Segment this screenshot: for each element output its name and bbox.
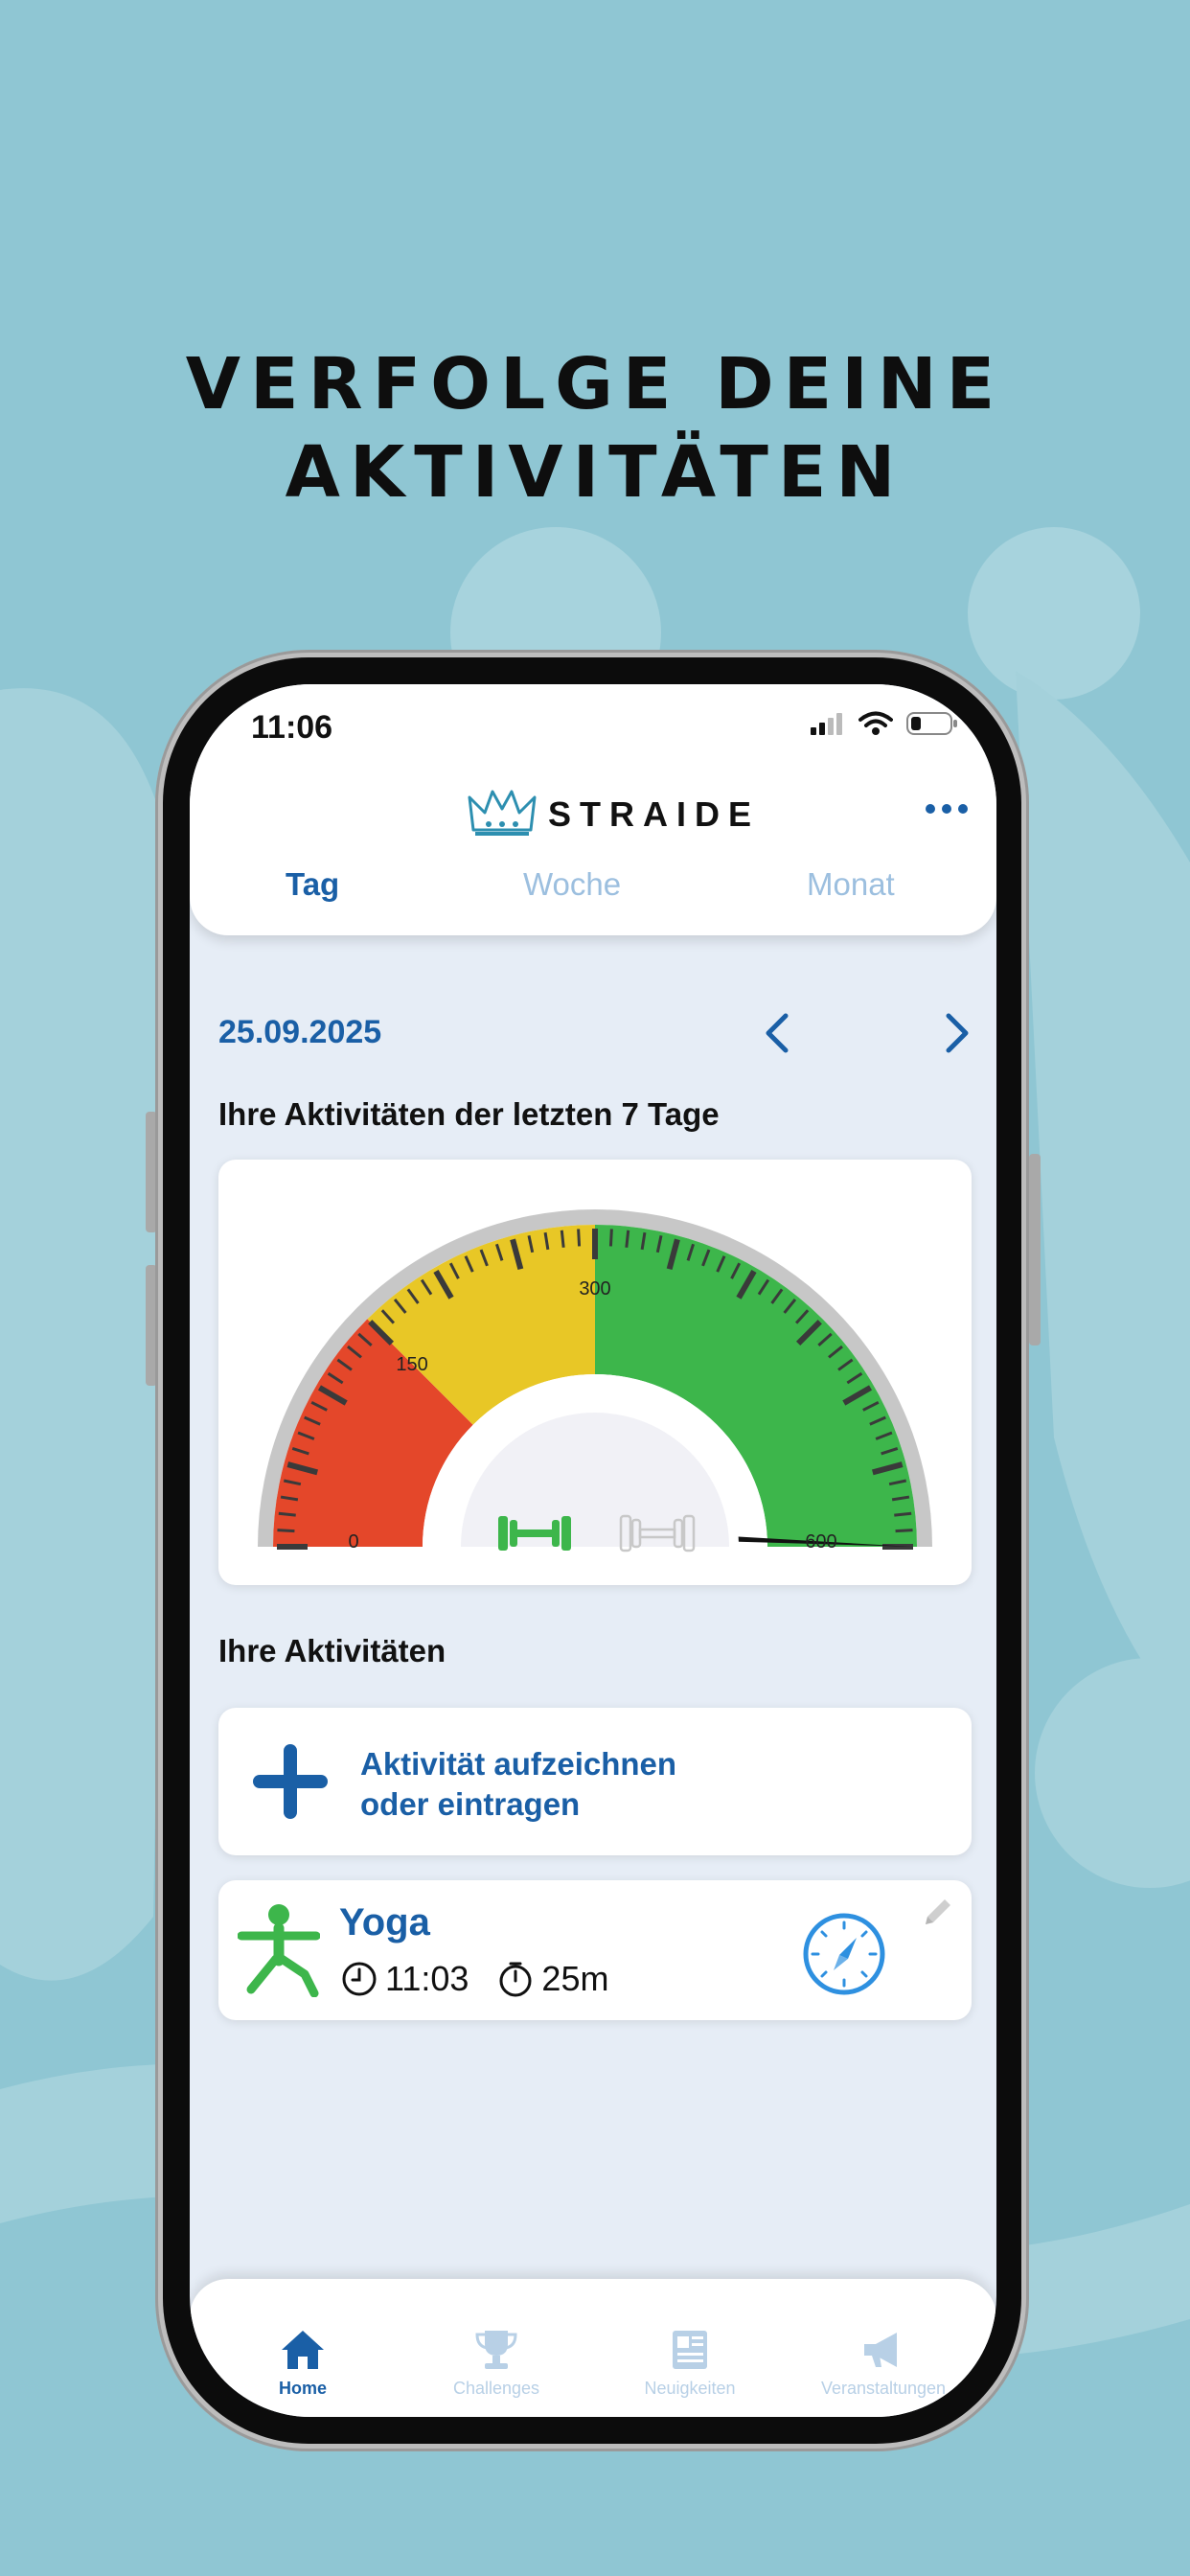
home-icon: [282, 2331, 324, 2369]
activity-gauge: 0 150 300 600: [258, 1209, 932, 1552]
battery-icon: [906, 712, 957, 735]
activity-duration: 25m: [541, 1959, 609, 1998]
activity-time: 11:03: [385, 1959, 469, 1998]
activity-item-yoga[interactable]: Yoga 11:03 25m: [218, 1880, 972, 2020]
gauge-section-title: Ihre Aktivitäten der letzten 7 Tage: [218, 1096, 720, 1132]
headline: VERFOLGE DEINE AKTIVITÄTEN: [0, 340, 1190, 517]
nav-challenges[interactable]: Challenges: [410, 2327, 583, 2399]
stopwatch-icon: [499, 1962, 532, 1997]
edit-pencil-icon[interactable]: [918, 1894, 956, 1932]
plus-icon: [253, 1744, 328, 1819]
gauge-tick: [625, 1230, 630, 1248]
gauge-ticks: [258, 1209, 932, 1550]
phone-screen: 11:06 STRAIDE Tag Woche Monat 25.09.2025…: [190, 684, 996, 2417]
gauge-tick: [278, 1511, 296, 1517]
nav-home[interactable]: Home: [217, 2327, 389, 2399]
newspaper-icon: [673, 2331, 707, 2369]
tab-tag[interactable]: Tag: [286, 866, 339, 903]
tab-woche[interactable]: Woche: [523, 866, 621, 903]
status-time: 11:06: [251, 709, 333, 746]
app-header: 11:06 STRAIDE Tag Woche Monat: [190, 684, 996, 935]
period-tabs: Tag Woche Monat: [190, 866, 996, 914]
gauge-tick: [560, 1230, 565, 1248]
megaphone-icon: [864, 2333, 897, 2367]
activity-meta: 11:03 25m: [341, 1959, 608, 1999]
signal-icon: [811, 713, 842, 735]
next-day-icon[interactable]: [927, 1004, 985, 1062]
previous-day-icon[interactable]: [749, 1004, 807, 1062]
phone-power-button: [1029, 1154, 1041, 1346]
tab-monat[interactable]: Monat: [807, 866, 895, 903]
status-icons: [811, 711, 958, 736]
nav-label-home: Home: [278, 2379, 327, 2398]
gauge-label-0: 0: [348, 1531, 358, 1552]
nav-label-neuigkeiten: Neuigkeiten: [644, 2379, 736, 2398]
trophy-icon: [475, 2331, 517, 2369]
add-activity-label: Aktivität aufzeichnen oder eintragen: [360, 1744, 676, 1825]
gauge-label-600: 600: [805, 1531, 836, 1552]
activity-name: Yoga: [339, 1901, 430, 1944]
app-logo: STRAIDE: [468, 788, 760, 841]
add-activity-button[interactable]: Aktivität aufzeichnen oder eintragen: [218, 1708, 972, 1855]
gauge-tick: [608, 1229, 613, 1247]
add-activity-line-2: oder eintragen: [360, 1786, 581, 1822]
gauge-tick: [277, 1529, 295, 1533]
more-options-icon[interactable]: [926, 799, 972, 818]
gauge-tick: [894, 1511, 912, 1517]
date-navigation: 25.09.2025: [218, 1004, 975, 1062]
nav-label-challenges: Challenges: [452, 2379, 540, 2398]
add-activity-line-1: Aktivität aufzeichnen: [360, 1746, 677, 1782]
compass-icon[interactable]: [801, 1911, 887, 1997]
clock-icon: [342, 1962, 377, 1996]
nav-veranstaltungen[interactable]: Veranstaltungen: [797, 2327, 970, 2399]
current-date: 25.09.2025: [218, 1014, 382, 1050]
gauge-label-300: 300: [579, 1278, 610, 1300]
bottom-navigation: Home Challenges Neuigkeiten Veranstaltun…: [190, 2279, 996, 2417]
logo-text: STRAIDE: [548, 794, 761, 834]
wifi-icon: [858, 711, 893, 735]
headline-line-1: VERFOLGE DEINE: [185, 343, 1005, 426]
activity-gauge-card: 0 150 300 600: [218, 1160, 972, 1585]
gauge-label-150: 150: [396, 1354, 427, 1375]
headline-line-2: AKTIVITÄTEN: [285, 431, 905, 514]
gauge-tick: [895, 1529, 913, 1533]
activities-section-title: Ihre Aktivitäten: [218, 1633, 446, 1668]
nav-neuigkeiten[interactable]: Neuigkeiten: [604, 2327, 776, 2399]
crown-logo-icon: [468, 790, 537, 836]
gauge-tick: [577, 1229, 582, 1247]
yoga-figure-icon: [238, 1904, 320, 1997]
nav-label-veranstaltungen: Veranstaltungen: [820, 2379, 947, 2398]
